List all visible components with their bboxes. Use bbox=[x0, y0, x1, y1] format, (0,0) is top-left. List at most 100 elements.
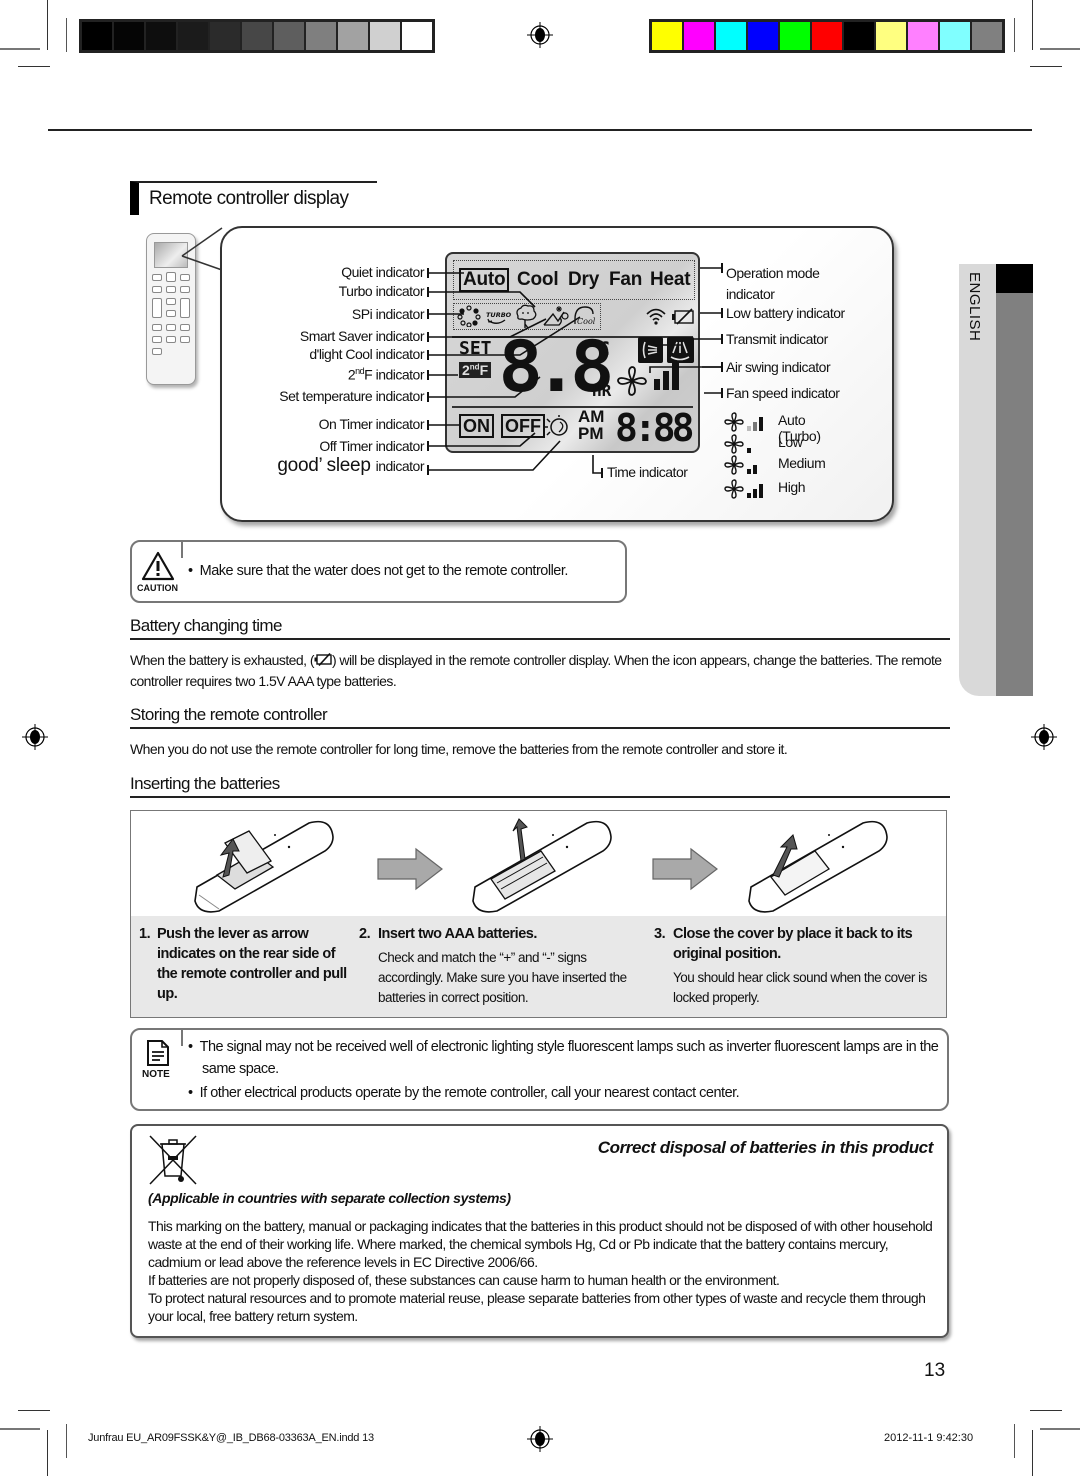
disposal-subtitle: (Applicable in countries with separate c… bbox=[148, 1190, 511, 1206]
label-operation-mode: Operation mode indicator bbox=[726, 265, 820, 302]
step-1-number: 1. bbox=[139, 926, 151, 942]
grayscale-calibration-bar bbox=[79, 19, 435, 53]
remote-close-cover-illustration bbox=[748, 820, 888, 913]
crop-mark bbox=[1040, 48, 1080, 50]
step-1-title: Push the lever as arrow indicates on the… bbox=[157, 926, 347, 1002]
crop-mark bbox=[1032, 1430, 1033, 1476]
color-swatch-2 bbox=[684, 22, 714, 50]
registration-mark-icon bbox=[527, 1426, 553, 1452]
note-bullet-2: • If other electrical products operate b… bbox=[188, 1085, 740, 1101]
crop-mark bbox=[1040, 1428, 1080, 1430]
color-swatch-11 bbox=[972, 22, 1002, 50]
grayscale-swatch-11 bbox=[402, 22, 432, 50]
grayscale-swatch-7 bbox=[274, 22, 304, 50]
color-swatch-8 bbox=[876, 22, 906, 50]
grayscale-swatch-2 bbox=[114, 22, 144, 50]
fan-speed-icon bbox=[724, 455, 757, 475]
language-tab: ENGLISH bbox=[959, 264, 1033, 696]
heading-storing: Storing the remote controller bbox=[130, 705, 950, 729]
color-swatch-9 bbox=[908, 22, 938, 50]
label-dlight-cool: d'light Cool indicator bbox=[309, 346, 424, 362]
battery-changing-text: When the battery is exhausted, () will b… bbox=[130, 652, 942, 689]
crop-mark bbox=[66, 1424, 67, 1458]
step-3-body: You should hear click sound when the cov… bbox=[673, 970, 927, 1005]
arrow-right-icon bbox=[652, 847, 718, 891]
color-swatch-5 bbox=[780, 22, 810, 50]
label-off-timer: Off Timer indicator bbox=[319, 438, 424, 454]
storing-text: When you do not use the remote controlle… bbox=[130, 741, 788, 757]
color-calibration-bar bbox=[649, 19, 1005, 53]
steps-instructions: 1. Push the lever as arrow indicates on … bbox=[131, 916, 946, 1017]
crop-mark bbox=[47, 0, 48, 50]
step-2-number: 2. bbox=[359, 926, 371, 942]
fan-speed-icon bbox=[724, 412, 763, 432]
grayscale-swatch-5 bbox=[210, 22, 240, 50]
remote-open-lever-illustration bbox=[194, 820, 334, 913]
crop-mark bbox=[1030, 66, 1062, 67]
crop-mark bbox=[1030, 1410, 1062, 1411]
crop-mark bbox=[47, 1430, 48, 1476]
crop-mark bbox=[1014, 1424, 1015, 1458]
color-swatch-6 bbox=[812, 22, 842, 50]
crop-mark bbox=[0, 48, 40, 50]
leader-lines-right bbox=[649, 263, 723, 398]
battery-steps-box: 1. Push the lever as arrow indicates on … bbox=[130, 810, 947, 1018]
disposal-title: Correct disposal of batteries in this pr… bbox=[597, 1138, 934, 1157]
language-tab-label: ENGLISH bbox=[966, 272, 983, 342]
label-fan-speed: Fan speed indicator bbox=[726, 385, 840, 401]
crop-mark bbox=[1014, 18, 1015, 52]
disposal-paragraph: This marking on the battery, manual or p… bbox=[148, 1218, 933, 1270]
warning-triangle-icon bbox=[141, 551, 175, 581]
page-number: 13 bbox=[924, 1360, 946, 1381]
color-swatch-1 bbox=[652, 22, 682, 50]
color-swatch-4 bbox=[748, 22, 778, 50]
grayscale-swatch-9 bbox=[338, 22, 368, 50]
grayscale-swatch-4 bbox=[178, 22, 208, 50]
note-label: NOTE bbox=[142, 1069, 170, 1080]
label-transmit: Transmit indicator bbox=[726, 331, 828, 347]
label-turbo: Turbo indicator bbox=[338, 283, 425, 299]
fan-speed-label: Medium bbox=[778, 455, 826, 471]
caution-label: CAUTION bbox=[137, 583, 178, 593]
step-2-body: Check and match the “+” and “-” signs ac… bbox=[378, 950, 627, 1005]
fan-speed-icon bbox=[724, 479, 763, 499]
label-air-swing: Air swing indicator bbox=[726, 359, 831, 375]
battery-disposal-box: Correct disposal of batteries in this pr… bbox=[130, 1124, 949, 1338]
crop-mark bbox=[18, 1410, 50, 1411]
disposal-paragraph: To protect natural resources and to prom… bbox=[148, 1290, 926, 1324]
note-box: NOTE • The signal may not be received we… bbox=[130, 1028, 949, 1111]
fan-speed-label: Low bbox=[778, 434, 803, 450]
disposal-body: This marking on the battery, manual or p… bbox=[148, 1217, 938, 1325]
disposal-paragraph: If batteries are not properly disposed o… bbox=[148, 1272, 780, 1288]
label-smart-saver: Smart Saver indicator bbox=[299, 328, 425, 344]
crop-mark bbox=[66, 18, 67, 52]
step-2-title: Insert two AAA batteries. bbox=[378, 926, 537, 942]
remote-insert-batteries-illustration bbox=[472, 818, 612, 913]
color-swatch-7 bbox=[844, 22, 874, 50]
registration-mark-icon bbox=[527, 22, 553, 48]
heading-inserting: Inserting the batteries bbox=[130, 774, 950, 798]
fan-speed-label: High bbox=[778, 479, 806, 495]
step-3-title: Close the cover by place it back to its … bbox=[673, 926, 913, 962]
label-time: Time indicator bbox=[607, 464, 688, 480]
registration-mark-icon bbox=[22, 724, 48, 750]
caution-bullet: • Make sure that the water does not get … bbox=[188, 563, 568, 579]
note-icon bbox=[147, 1040, 169, 1066]
crossed-bin-icon bbox=[149, 1135, 197, 1185]
footer-timestamp: 2012-11-1 9:42:30 bbox=[884, 1432, 974, 1444]
heading-battery-changing: Battery changing time bbox=[130, 616, 950, 640]
grayscale-swatch-3 bbox=[146, 22, 176, 50]
lcd-mode-fan: Fan bbox=[609, 269, 643, 290]
label-good-sleep: good’ sleep indicator bbox=[277, 455, 424, 476]
fan-speed-icon bbox=[724, 434, 751, 454]
low-battery-icon bbox=[314, 652, 332, 667]
label-low-battery: Low battery indicator bbox=[726, 305, 845, 321]
crop-mark bbox=[1032, 0, 1033, 50]
note-bullet-1: • The signal may not be received well of… bbox=[188, 1039, 939, 1077]
grayscale-swatch-10 bbox=[370, 22, 400, 50]
registration-mark-icon bbox=[1031, 724, 1057, 750]
color-swatch-10 bbox=[940, 22, 970, 50]
label-spi: SPi indicator bbox=[351, 306, 425, 322]
label-quiet: Quiet indicator bbox=[341, 264, 424, 280]
crop-mark bbox=[18, 66, 50, 67]
